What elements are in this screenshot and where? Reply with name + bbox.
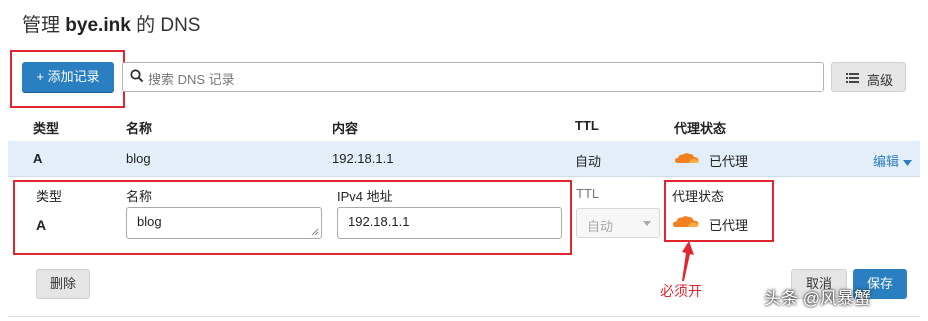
ttl-select-value: 自动 (587, 219, 614, 234)
title-middle: 的 (136, 15, 156, 36)
divider (8, 316, 920, 317)
column-ttl: TTL (575, 118, 599, 133)
row-ttl: 自动 (575, 154, 602, 169)
edit-label: 编辑 (873, 154, 900, 169)
highlight-editor-fields (13, 180, 572, 255)
title-domain: bye.ink (65, 15, 131, 36)
highlight-add-button (10, 50, 125, 108)
page-title: 管理 bye.ink 的 DNS (22, 10, 200, 37)
search-input[interactable]: 搜索 DNS 记录 (122, 62, 824, 92)
ttl-select[interactable]: 自动 (576, 208, 660, 238)
annotation-arrow (682, 241, 694, 281)
search-placeholder: 搜索 DNS 记录 (148, 72, 235, 87)
caret-down-icon (643, 221, 651, 226)
row-proxy-status: 已代理 (709, 154, 749, 169)
title-prefix: 管理 (22, 15, 61, 36)
watermark: 头条 @风暴蟹 (764, 289, 871, 308)
row-edit-link[interactable]: 编辑 (873, 151, 912, 170)
row-content: 192.18.1.1 (332, 151, 394, 166)
delete-button[interactable]: 删除 (36, 269, 90, 299)
column-content: 内容 (332, 121, 359, 136)
advanced-label: 高级 (867, 73, 894, 88)
table-header: 类型 名称 内容 TTL 代理状态 (8, 110, 920, 142)
column-name: 名称 (126, 121, 153, 136)
advanced-button[interactable]: 高级 (831, 62, 906, 92)
list-icon (846, 73, 859, 83)
cloud-icon (675, 153, 699, 163)
row-type: A (33, 151, 43, 166)
search-icon (130, 69, 144, 83)
row-name: blog (126, 151, 151, 166)
column-type: 类型 (33, 121, 60, 136)
annotation-note: 必须开 (660, 283, 702, 299)
column-proxy: 代理状态 (674, 121, 727, 136)
editor-ttl-label: TTL (576, 186, 600, 201)
highlight-proxy-status (664, 180, 774, 242)
title-suffix: DNS (160, 15, 201, 36)
table-row[interactable]: A blog 192.18.1.1 自动 已代理 编辑 (8, 141, 920, 177)
caret-down-icon (902, 159, 912, 166)
